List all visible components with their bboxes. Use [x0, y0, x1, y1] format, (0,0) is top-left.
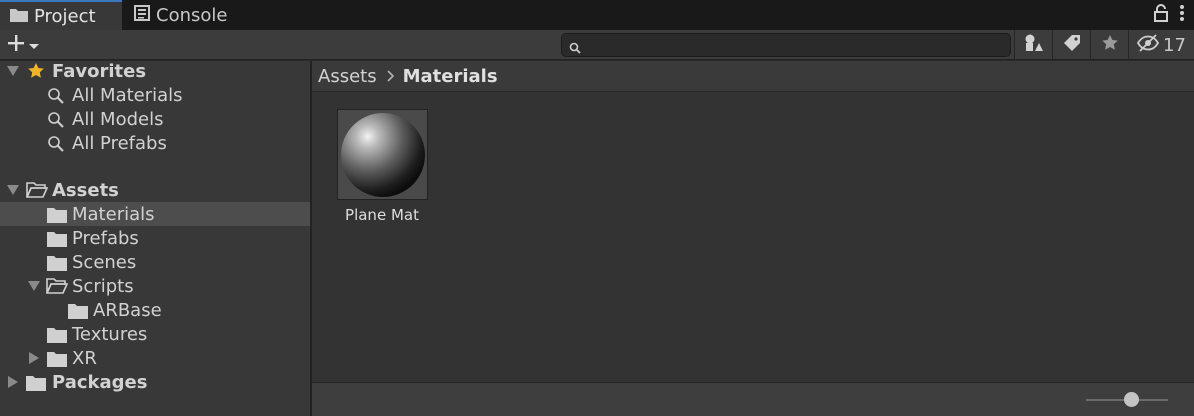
hidden-count: 17 [1163, 34, 1186, 56]
tree-item-label: Packages [52, 371, 148, 393]
tab-bar: Project Console [0, 0, 1194, 30]
folder-icon [26, 375, 46, 395]
tree-item-label: Assets [52, 179, 119, 201]
chevron-right-icon [387, 66, 395, 87]
expand-arrow-icon[interactable] [6, 183, 20, 197]
collapse-arrow-icon[interactable] [27, 351, 41, 365]
more-options-icon[interactable] [1180, 4, 1184, 26]
tree-item-label: XR [72, 347, 97, 369]
expand-arrow-icon[interactable] [27, 279, 41, 293]
tree-item-label: Prefabs [72, 227, 139, 249]
collapse-arrow-icon[interactable] [6, 375, 20, 389]
tree-item-all-models[interactable]: All Models [0, 107, 310, 131]
tree-item-assets[interactable]: Assets [0, 178, 310, 202]
folder-icon [10, 7, 28, 26]
material-sphere-icon [340, 112, 425, 197]
search-by-type-button[interactable] [1014, 30, 1052, 60]
status-bar [312, 382, 1194, 416]
tree-item-label: Scripts [72, 275, 134, 297]
tab-label: Console [156, 4, 228, 26]
search-field[interactable] [561, 33, 1011, 57]
material-thumbnail[interactable] [337, 109, 428, 200]
expand-arrow-icon[interactable] [6, 64, 20, 78]
zoom-slider-handle[interactable] [1123, 392, 1139, 407]
tree-item-arbase[interactable]: ARBase [0, 298, 310, 322]
breadcrumb-current[interactable]: Materials [403, 66, 498, 87]
tree-item-label: Materials [72, 203, 155, 225]
tree-item-label: All Materials [72, 84, 183, 106]
eye-slash-icon [1136, 34, 1160, 56]
tree-item-label: All Models [72, 108, 164, 130]
tab-console[interactable]: Console [134, 0, 254, 30]
tree-item-label: All Prefabs [72, 132, 167, 154]
search-icon [47, 87, 65, 109]
folder-icon [68, 303, 88, 323]
star-icon [27, 62, 45, 84]
hidden-packages-button[interactable]: 17 [1128, 30, 1194, 60]
tree-item-textures[interactable]: Textures [0, 322, 310, 346]
project-toolbar: 17 [0, 30, 1194, 60]
tree-item-all-materials[interactable]: All Materials [0, 83, 310, 107]
search-icon [47, 135, 65, 157]
search-by-label-button[interactable] [1052, 30, 1090, 60]
folder-icon [47, 351, 67, 371]
search-input[interactable] [586, 36, 1001, 54]
asset-browser: Assets Materials Plane Mat [312, 61, 1194, 416]
folder-icon [47, 255, 67, 275]
tree-item-xr[interactable]: XR [0, 346, 310, 370]
create-button[interactable] [6, 33, 50, 57]
window-actions [1154, 4, 1184, 26]
tree-item-label: Textures [72, 323, 148, 345]
save-search-button[interactable] [1090, 30, 1128, 60]
lock-icon[interactable] [1154, 4, 1168, 26]
asset-name: Plane Mat [345, 206, 419, 224]
tab-label: Project [34, 5, 96, 27]
tree-item-scenes[interactable]: Scenes [0, 250, 310, 274]
breadcrumb: Assets Materials [312, 61, 1194, 92]
tab-project[interactable]: Project [0, 0, 122, 30]
folder-icon [47, 327, 67, 347]
chevron-down-icon [28, 36, 40, 55]
tree-item-label: Favorites [52, 60, 147, 82]
folder-open-icon [45, 278, 69, 298]
asset-item[interactable]: Plane Mat [337, 109, 428, 224]
search-icon [569, 39, 581, 58]
console-icon [134, 5, 150, 25]
folder-icon [47, 207, 67, 227]
tree-item-packages[interactable]: Packages [0, 370, 310, 394]
tree-item-prefabs[interactable]: Prefabs [0, 226, 310, 250]
breadcrumb-root[interactable]: Assets [318, 66, 377, 87]
tree-item-all-prefabs[interactable]: All Prefabs [0, 131, 310, 155]
plus-icon [6, 33, 26, 57]
tag-icon [1063, 34, 1081, 56]
star-icon [1101, 34, 1119, 56]
folder-tree: Favorites All Materials All Models All P… [0, 61, 310, 416]
tree-item-label: ARBase [93, 299, 162, 321]
tree-item-label: Scenes [72, 251, 137, 273]
tree-item-favorites[interactable]: Favorites [0, 59, 310, 83]
shapes-icon [1024, 34, 1044, 56]
tree-item-scripts[interactable]: Scripts [0, 274, 310, 298]
tree-item-materials[interactable]: Materials [0, 202, 310, 226]
folder-open-icon [25, 182, 49, 202]
folder-icon [47, 231, 67, 251]
search-icon [47, 111, 65, 133]
